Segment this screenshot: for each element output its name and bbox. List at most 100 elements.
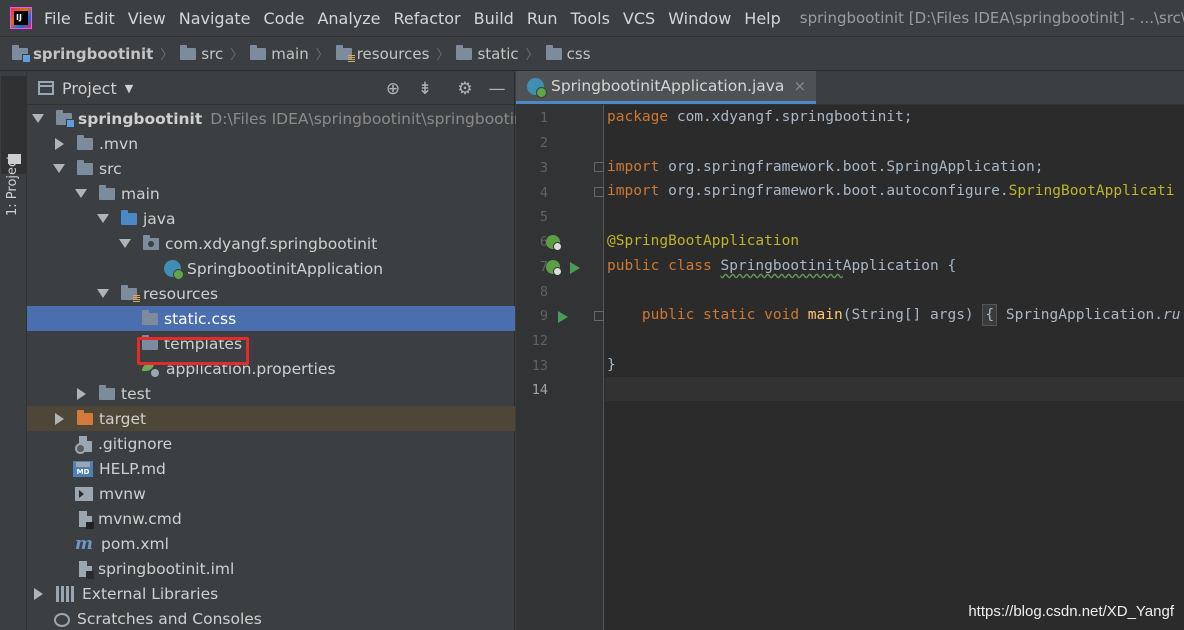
menu-bar: IJ File Edit View Navigate Code Analyze … [0, 0, 1184, 36]
breadcrumb-item-static[interactable]: static [456, 44, 519, 63]
menu-vcs[interactable]: VCS [623, 9, 655, 28]
module-file-icon [79, 560, 94, 579]
menu-navigate[interactable]: Navigate [179, 9, 251, 28]
menu-edit[interactable]: Edit [84, 9, 115, 28]
tree-item-static-css[interactable]: static.css [27, 306, 515, 331]
menu-run[interactable]: Run [527, 9, 558, 28]
close-icon[interactable]: × [793, 77, 806, 95]
tree-item-springbootinitapplication[interactable]: SpringbootinitApplication [27, 256, 515, 281]
line-number: 4 [539, 185, 548, 201]
expand-arrow-icon[interactable] [32, 114, 44, 123]
editor: SpringbootinitApplication.java × 1 2 3 4… [516, 71, 1184, 630]
tree-item-package[interactable]: com.xdyangf.springbootinit [27, 231, 515, 256]
spring-bean-gutter-icon[interactable] [546, 260, 562, 276]
expand-arrow-icon[interactable] [53, 164, 65, 173]
breadcrumb-item-main[interactable]: main [250, 44, 309, 63]
editor-gutter: 1 2 3 4 5 6 7 8 9 12 13 14 [516, 105, 604, 630]
tree-item-mvnw-cmd[interactable]: mvnw.cmd [27, 506, 515, 531]
line-number: 8 [539, 284, 548, 300]
line-number: 12 [531, 333, 548, 349]
tree-item-mvnw[interactable]: mvnw [27, 481, 515, 506]
breadcrumb: springbootinit 〉 src 〉 main 〉 resources … [0, 36, 1184, 71]
tree-item-test[interactable]: test [27, 381, 515, 406]
tree-item-templates[interactable]: templates [27, 331, 515, 356]
tree-item-resources[interactable]: resources [27, 281, 515, 306]
tree-item-help-md[interactable]: MD HELP.md [27, 456, 515, 481]
expand-arrow-icon[interactable] [75, 189, 87, 198]
collapse-all-icon[interactable]: ⇟ [415, 80, 435, 98]
fold-icon[interactable] [594, 311, 604, 321]
breadcrumb-item-resources[interactable]: resources [335, 44, 429, 63]
resources-folder-icon [121, 284, 140, 302]
folded-code-block[interactable]: { [982, 304, 998, 326]
locate-icon[interactable]: ⊕ [383, 80, 403, 98]
tree-item-label: .gitignore [98, 434, 173, 453]
run-icon[interactable] [570, 262, 580, 274]
collapsed-arrow-icon[interactable] [77, 387, 86, 400]
left-tool-strip: 1: Project [0, 72, 27, 630]
code-line: @SpringBootApplication [607, 233, 800, 249]
gear-icon[interactable]: ⚙ [455, 80, 475, 98]
source-folder-icon [121, 209, 137, 225]
folder-icon [142, 309, 158, 325]
window-title: springbootinit [D:\Files IDEA\springboot… [799, 9, 1184, 27]
collapsed-arrow-icon[interactable] [34, 587, 43, 600]
tree-item-external-libraries[interactable]: External Libraries [27, 581, 515, 606]
code-line: public class SpringbootinitApplication { [607, 258, 957, 274]
menu-analyze[interactable]: Analyze [317, 9, 380, 28]
project-tool-window-button[interactable]: 1: Project [1, 76, 26, 216]
folder-icon [99, 384, 115, 400]
tree-item-pom-xml[interactable]: m pom.xml [27, 531, 515, 556]
menu-build[interactable]: Build [474, 9, 514, 28]
maven-icon: m [75, 533, 93, 554]
tree-item-label: mvnw [99, 484, 146, 503]
tree-item-src[interactable]: src [27, 156, 515, 181]
line-number: 13 [531, 358, 548, 374]
tree-item-label: main [121, 184, 160, 203]
folder-icon [456, 44, 473, 60]
menu-help[interactable]: Help [744, 9, 780, 28]
tree-item-iml[interactable]: springbootinit.iml [27, 556, 515, 581]
module-folder-icon [56, 109, 75, 128]
expand-arrow-icon[interactable] [97, 214, 109, 223]
tree-item-label: External Libraries [82, 584, 219, 603]
chevron-down-icon[interactable]: ▼ [125, 82, 133, 95]
line-number: 1 [539, 110, 548, 126]
menu-code[interactable]: Code [264, 9, 305, 28]
hide-icon[interactable]: — [487, 80, 507, 98]
menu-tools[interactable]: Tools [571, 9, 610, 28]
code-line: package com.xdyangf.springbootinit; [607, 109, 913, 125]
collapsed-arrow-icon[interactable] [55, 137, 64, 150]
code-line: import org.springframework.boot.autoconf… [607, 183, 1175, 199]
menu-refactor[interactable]: Refactor [394, 9, 461, 28]
fold-icon[interactable] [594, 187, 604, 197]
menu-view[interactable]: View [128, 9, 166, 28]
breadcrumb-item-src[interactable]: src [180, 44, 223, 63]
project-view-selector[interactable]: Project [62, 79, 117, 98]
tree-item-scratches[interactable]: Scratches and Consoles [27, 606, 515, 630]
gitignore-file-icon [75, 435, 92, 454]
tree-item-mvn[interactable]: .mvn [27, 131, 515, 156]
menu-file[interactable]: File [44, 9, 71, 28]
editor-tab-springbootinitapplication[interactable]: SpringbootinitApplication.java × [516, 71, 817, 104]
tree-item-target[interactable]: target [27, 406, 515, 431]
menu-window[interactable]: Window [668, 9, 731, 28]
run-icon[interactable] [558, 311, 568, 323]
breadcrumb-separator-icon: 〉 [160, 48, 174, 63]
breadcrumb-item-css[interactable]: css [545, 44, 591, 63]
spring-bean-gutter-icon[interactable] [546, 235, 562, 251]
line-number: 2 [539, 135, 548, 151]
tree-item-java[interactable]: java [27, 206, 515, 231]
tree-item-springbootinit[interactable]: springbootinit D:\Files IDEA\springbooti… [27, 106, 534, 131]
breadcrumb-item-springbootinit[interactable]: springbootinit [12, 44, 153, 63]
fold-icon[interactable] [594, 162, 604, 172]
collapsed-arrow-icon[interactable] [55, 412, 64, 425]
tree-item-application-properties[interactable]: application.properties [27, 356, 515, 381]
expand-arrow-icon[interactable] [119, 239, 131, 248]
expand-arrow-icon[interactable] [97, 289, 109, 298]
tree-item-label: mvnw.cmd [98, 509, 182, 528]
tree-item-main[interactable]: main [27, 181, 515, 206]
breadcrumb-separator-icon: 〉 [230, 48, 244, 63]
tree-item-gitignore[interactable]: .gitignore [27, 431, 515, 456]
code-area[interactable]: package com.xdyangf.springbootinit; impo… [605, 105, 1184, 630]
